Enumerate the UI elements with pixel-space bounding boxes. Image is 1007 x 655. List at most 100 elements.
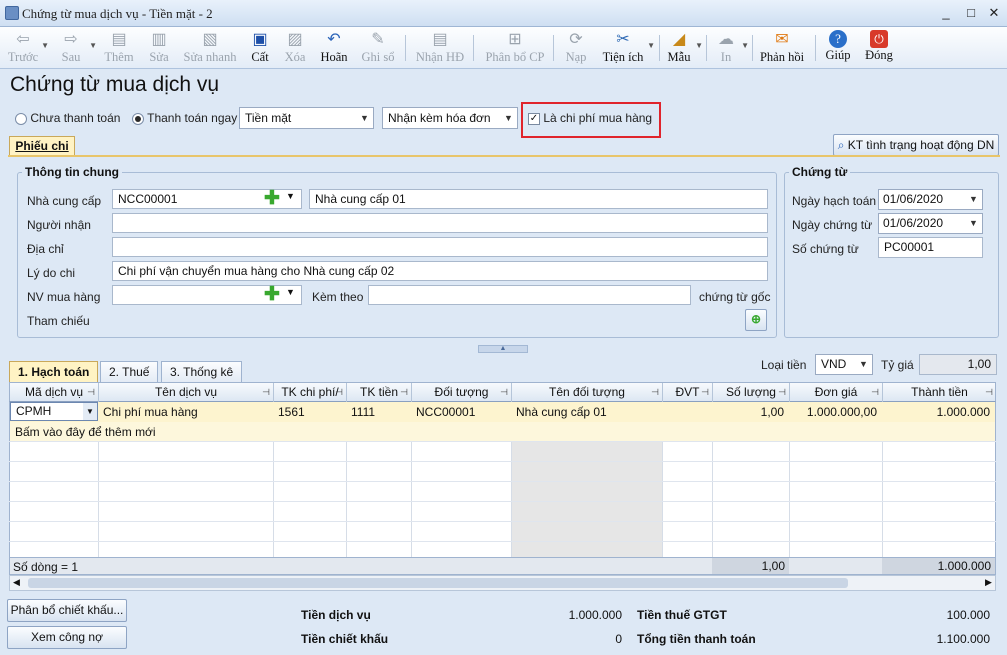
next-button[interactable]: ⇨ Sau ▼ xyxy=(54,27,97,69)
allocate-cost-button[interactable]: ⊞ Phân bổ CP xyxy=(484,27,546,69)
grid-line xyxy=(9,461,996,462)
currency-select[interactable]: VND ▼ xyxy=(815,354,873,375)
column-header[interactable]: Đối tượng ⊣ xyxy=(412,383,512,402)
minimize-button[interactable]: _ xyxy=(935,4,957,22)
chevron-down-icon[interactable]: ▼ xyxy=(83,403,97,420)
allocate-discount-button[interactable]: Phân bổ chiết khấu... xyxy=(7,599,127,622)
purchase-cost-checkbox[interactable]: ✓ Là chi phí mua hàng xyxy=(528,111,652,125)
add-purchaser-icon[interactable]: ✚ xyxy=(262,285,282,305)
save-button[interactable]: ▣ Cất xyxy=(246,27,274,69)
splitter-handle[interactable]: ▲ xyxy=(478,345,528,353)
column-header[interactable]: TK chi phí/⊣ xyxy=(274,383,347,402)
grid-line xyxy=(9,541,996,542)
reason-input[interactable]: Chi phí vận chuyển mua hàng cho Nhà cung… xyxy=(112,261,768,281)
unit-price-cell[interactable]: 1.000.000,00 xyxy=(789,402,882,422)
pin-icon: ⊣ xyxy=(701,387,709,397)
object-code-cell[interactable]: NCC00001 xyxy=(411,402,511,422)
horizontal-scrollbar[interactable]: ◀ ▶ xyxy=(9,575,996,591)
help-button[interactable]: ? Giúp xyxy=(822,27,854,69)
tab-thue[interactable]: 2. Thuế xyxy=(100,361,159,382)
voucher-number-input[interactable]: PC00001 xyxy=(878,237,983,258)
quantity-cell[interactable]: 1,00 xyxy=(712,402,789,422)
column-header[interactable]: Mã dịch vụ ⊣ xyxy=(10,383,99,402)
grid-line xyxy=(9,521,996,522)
utilities-button[interactable]: ✂ Tiện ích ▼ xyxy=(600,27,655,69)
column-header[interactable]: Thành tiền ⊣ xyxy=(883,383,996,402)
payment-method-select[interactable]: Tiền mặt ▼ xyxy=(239,107,374,129)
radio-pay-now[interactable]: Thanh toán ngay xyxy=(132,111,237,125)
general-info-title: Thông tin chung xyxy=(22,165,122,179)
pin-icon: ⊣ xyxy=(500,387,508,397)
new-row[interactable]: Bấm vào đây để thêm mới xyxy=(10,422,995,441)
previous-button[interactable]: ⇦ Trước ▼ xyxy=(6,27,49,69)
exchange-rate-label: Tỷ giá xyxy=(881,358,914,372)
edit-button[interactable]: ▥ Sửa xyxy=(142,27,176,69)
feedback-button[interactable]: ✉ Phản hồi xyxy=(758,27,806,69)
invoice-type-select[interactable]: Nhận kèm hóa đơn ▼ xyxy=(382,107,518,129)
print-button[interactable]: ☁ In ▼ xyxy=(712,27,749,69)
cash-account-cell[interactable]: 1111 xyxy=(346,402,411,422)
exchange-rate-input[interactable]: 1,00 xyxy=(919,354,997,375)
tab-underline xyxy=(8,155,1000,157)
close-button[interactable]: ⏻ Đóng xyxy=(862,27,896,69)
check-business-status-button[interactable]: ⌕ KT tình trạng hoạt động DN xyxy=(833,134,999,156)
receive-invoice-button[interactable]: ▤ Nhận HĐ xyxy=(414,27,466,69)
radio-unpaid[interactable]: Chưa thanh toán xyxy=(15,111,120,125)
delete-icon: ▨ xyxy=(287,31,303,48)
maximize-button[interactable]: □ xyxy=(960,4,982,22)
chevron-down-icon[interactable]: ▼ xyxy=(286,191,295,201)
attached-input[interactable] xyxy=(368,285,691,305)
column-header[interactable]: TK tiền ⊣ xyxy=(347,383,412,402)
column-header[interactable]: Tên đối tượng ⊣ xyxy=(512,383,663,402)
column-header[interactable]: Số lượng ⊣ xyxy=(713,383,790,402)
add-button[interactable]: ▤ Thêm xyxy=(102,27,136,69)
service-name-cell[interactable]: Chi phí mua hàng xyxy=(98,402,273,422)
column-header[interactable]: ĐVT ⊣ xyxy=(663,383,713,402)
object-name-cell[interactable]: Nhà cung cấp 01 xyxy=(511,402,662,422)
expense-account-cell[interactable]: 1561 xyxy=(273,402,346,422)
chevron-down-icon[interactable]: ▼ xyxy=(286,287,295,297)
scroll-left-icon[interactable]: ◀ xyxy=(13,577,20,588)
close-window-button[interactable]: ✕ xyxy=(983,4,1005,22)
amount-cell[interactable]: 1.000.000 xyxy=(882,402,995,422)
new-row-hint[interactable]: Bấm vào đây để thêm mới xyxy=(10,422,310,442)
address-label: Địa chỉ xyxy=(27,242,64,256)
service-code-cell[interactable]: CPMH ▼ xyxy=(10,402,98,421)
scroll-right-icon[interactable]: ▶ xyxy=(985,577,992,588)
table-row[interactable]: CPMH ▼ Chi phí mua hàng 1561 1111 NCC0000… xyxy=(10,402,995,422)
purchaser-label: NV mua hàng xyxy=(27,290,101,304)
view-debt-button[interactable]: Xem công nợ xyxy=(7,626,127,649)
address-input[interactable] xyxy=(112,237,768,257)
vat-amount-value: 100.000 xyxy=(946,608,990,622)
printer-icon: ☁ xyxy=(718,31,734,48)
tools-icon: ✂ xyxy=(616,31,630,48)
undo-button[interactable]: ↶ Hoãn xyxy=(318,27,350,69)
add-reference-icon[interactable]: ⊕ xyxy=(745,309,767,331)
voucher-date-picker[interactable]: 01/06/2020 ▼ xyxy=(878,213,983,234)
new-doc-icon: ▤ xyxy=(111,31,127,48)
reload-button[interactable]: ⟳ Nạp xyxy=(562,27,590,69)
total-quantity: 1,00 xyxy=(712,558,789,574)
pencil-icon: ✎ xyxy=(371,31,385,48)
scrollbar-thumb[interactable] xyxy=(28,578,848,588)
service-amount-label: Tiền dịch vụ xyxy=(301,608,371,622)
delete-button[interactable]: ▨ Xóa xyxy=(280,27,310,69)
column-header[interactable]: Tên dịch vụ ⊣ xyxy=(99,383,274,402)
unit-cell[interactable] xyxy=(662,402,712,422)
arrow-right-icon: ⇨ xyxy=(64,31,78,48)
posting-date-picker[interactable]: 01/06/2020 ▼ xyxy=(878,189,983,210)
add-supplier-icon[interactable]: ✚ xyxy=(262,189,282,209)
quick-edit-button[interactable]: ▧ Sửa nhanh xyxy=(182,27,238,69)
supplier-label: Nhà cung cấp xyxy=(27,194,102,208)
service-amount-value: 1.000.000 xyxy=(568,608,622,622)
tab-thong-ke[interactable]: 3. Thống kê xyxy=(161,361,243,382)
template-button[interactable]: ◢ Mẫu ▼ xyxy=(664,27,703,69)
post-button[interactable]: ✎ Ghi sổ xyxy=(360,27,396,69)
tab-phieu-chi[interactable]: Phiếu chi xyxy=(9,136,75,156)
column-header[interactable]: Đơn giá ⊣ xyxy=(790,383,883,402)
receiver-input[interactable] xyxy=(112,213,768,233)
toolbar-separator xyxy=(706,35,707,61)
supplier-name-input[interactable]: Nhà cung cấp 01 xyxy=(309,189,768,209)
grid-line xyxy=(9,481,996,482)
tab-hach-toan[interactable]: 1. Hạch toán xyxy=(9,361,99,382)
